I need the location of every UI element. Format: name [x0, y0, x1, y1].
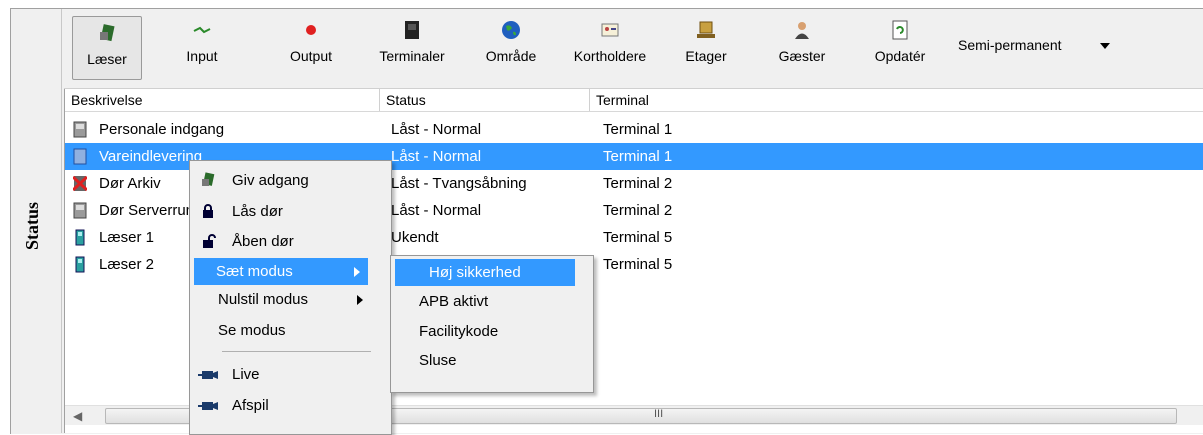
- output-button[interactable]: Output: [276, 20, 346, 64]
- terminal-icon: [405, 21, 419, 39]
- floor-icon: [697, 21, 715, 38]
- scroll-left-icon[interactable]: ◀: [73, 409, 82, 423]
- submenu-arrow-icon: [354, 267, 360, 277]
- reader-device-icon: [75, 229, 85, 246]
- door-icon: [73, 148, 87, 165]
- submenu-item-high-security[interactable]: Høj sikkerhed: [395, 259, 575, 286]
- row-description: Dør Arkiv: [99, 175, 161, 192]
- cardholders-button[interactable]: Kortholdere: [562, 20, 658, 64]
- menu-item-lock-door[interactable]: Lås dør: [192, 198, 389, 225]
- mode-select-value: Semi-permanent: [958, 37, 1062, 53]
- row-status: Låst - Normal: [391, 121, 482, 138]
- menu-item-reset-mode[interactable]: Nulstil modus: [192, 286, 389, 313]
- door-icon: [73, 202, 87, 219]
- row-terminal: Terminal 5: [603, 256, 673, 273]
- row-status: Låst - Tvangsåbning: [391, 175, 527, 192]
- input-button[interactable]: Input: [172, 20, 232, 64]
- context-menu: Giv adgang Lås dør Åben dør Sæt modus Nu…: [189, 160, 392, 435]
- globe-icon: [502, 21, 520, 39]
- guest-icon: [795, 22, 809, 39]
- toolbar: Læser Input Output Terminaler Område Kor…: [64, 10, 1203, 89]
- table-header: Beskrivelse Status Terminal: [65, 89, 1203, 112]
- column-header-status[interactable]: Status: [380, 89, 590, 111]
- menu-item-open-door[interactable]: Åben dør: [192, 228, 389, 255]
- unlock-icon: [203, 234, 216, 248]
- alarm-door-icon: [73, 175, 87, 192]
- menu-item-view-mode[interactable]: Se modus: [192, 317, 389, 344]
- grant-access-icon: [202, 172, 215, 186]
- status-title: Status: [22, 201, 42, 250]
- menu-item-playback[interactable]: Afspil: [192, 392, 389, 419]
- row-description: Vareindlevering: [99, 148, 203, 165]
- row-description: Læser 2: [99, 256, 155, 273]
- door-icon: [73, 121, 87, 138]
- row-terminal: Terminal 2: [603, 175, 673, 192]
- row-terminal: Terminal 2: [603, 202, 673, 219]
- refresh-icon: [892, 20, 908, 40]
- mode-select[interactable]: Semi-permanent: [950, 34, 1130, 58]
- terminals-button[interactable]: Terminaler: [372, 20, 452, 64]
- camera-icon: [198, 402, 218, 410]
- lock-icon: [203, 204, 213, 218]
- grip-icon: III: [654, 408, 664, 420]
- floors-button[interactable]: Etager: [678, 20, 734, 64]
- row-status: Låst - Normal: [391, 148, 482, 165]
- output-icon: [306, 25, 316, 35]
- reader-device-icon: [75, 256, 85, 273]
- menu-item-set-mode[interactable]: Sæt modus: [194, 258, 368, 285]
- row-terminal: Terminal 1: [603, 121, 673, 138]
- row-status: Ukendt: [391, 229, 439, 246]
- row-terminal: Terminal 5: [603, 229, 673, 246]
- table-row[interactable]: Personale indgang Låst - Normal Terminal…: [65, 116, 1203, 143]
- row-description: Personale indgang: [99, 121, 225, 138]
- submenu-arrow-icon: [357, 295, 363, 305]
- row-description: Læser 1: [99, 229, 155, 246]
- submenu-item-apb-active[interactable]: APB aktivt: [393, 288, 589, 315]
- row-status: Låst - Normal: [391, 202, 482, 219]
- row-description: Dør Serverrum: [99, 202, 199, 219]
- row-terminal: Terminal 1: [603, 148, 673, 165]
- menu-separator: [222, 351, 371, 352]
- submenu-item-facility-code[interactable]: Facilitykode: [393, 318, 589, 345]
- reader-icon: [100, 24, 115, 42]
- chevron-down-icon[interactable]: [1100, 43, 1110, 49]
- submenu-item-airlock[interactable]: Sluse: [393, 347, 589, 374]
- set-mode-submenu: Høj sikkerhed APB aktivt Facilitykode Sl…: [390, 255, 594, 393]
- refresh-button[interactable]: Opdatér: [868, 20, 932, 64]
- area-button[interactable]: Område: [476, 20, 546, 64]
- input-icon: [193, 26, 211, 34]
- guests-button[interactable]: Gæster: [774, 20, 830, 64]
- camera-icon: [198, 371, 218, 379]
- menu-item-grant-access[interactable]: Giv adgang: [192, 167, 389, 194]
- column-header-terminal[interactable]: Terminal: [590, 89, 1203, 111]
- reader-button[interactable]: Læser: [72, 16, 142, 80]
- menu-item-live[interactable]: Live: [192, 361, 389, 388]
- cardholder-icon: [601, 23, 619, 37]
- column-header-description[interactable]: Beskrivelse: [65, 89, 380, 111]
